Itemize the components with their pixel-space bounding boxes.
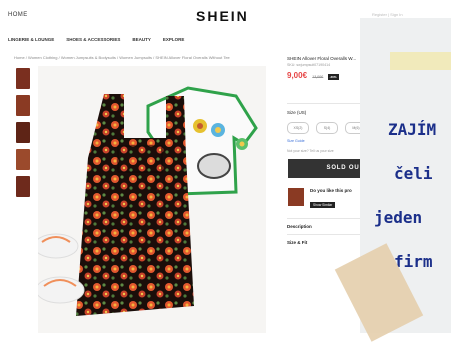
nav-item-shoes[interactable]: SHOES & ACCESSORIES xyxy=(66,37,120,42)
size-label: Size (US) xyxy=(287,110,307,115)
size-option-xs[interactable]: XS(2) xyxy=(287,122,309,134)
thumbnail-list xyxy=(16,68,32,203)
overlay-line-1: ZAJÍM xyxy=(388,120,437,139)
overlay-line-3: jeden xyxy=(374,208,423,227)
overlay-line-2: čeli xyxy=(394,164,433,183)
main-nav: LINGERIE & LOUNGE SHOES & ACCESSORIES BE… xyxy=(8,37,184,42)
discount-badge: -30% xyxy=(327,74,339,80)
thumbnail-3[interactable] xyxy=(16,122,30,143)
size-options: XS(2) S(4) M(6) xyxy=(287,122,367,134)
old-price: 13,00€ xyxy=(312,75,324,79)
nav-item-beauty[interactable]: BEAUTY xyxy=(132,37,151,42)
shein-logo[interactable]: SHEIN xyxy=(196,8,249,24)
current-price: 9,00€ xyxy=(287,71,308,80)
size-note[interactable]: Not your size? Tell us your size xyxy=(287,149,334,153)
thumbnail-2[interactable] xyxy=(16,95,30,116)
sticky-tape-top xyxy=(390,52,451,70)
similar-thumb[interactable] xyxy=(288,188,304,206)
breadcrumb[interactable]: Home / Women Clothing / Women Jumpsuits … xyxy=(14,55,230,60)
size-option-s[interactable]: S(4) xyxy=(316,122,338,134)
similar-question: Do you like this pro xyxy=(310,188,352,193)
thumbnail-1[interactable] xyxy=(16,68,30,89)
nav-item-explore[interactable]: EXPLORE xyxy=(163,37,185,42)
similar-products-prompt: Do you like this pro Show Similar xyxy=(288,188,352,211)
size-guide-link[interactable]: Size Guide xyxy=(287,139,305,143)
show-similar-button[interactable]: Show Similar xyxy=(310,202,336,208)
nav-item-lingerie[interactable]: LINGERIE & LOUNGE xyxy=(8,37,54,42)
size-fit-heading[interactable]: Size & Fit xyxy=(287,240,307,245)
product-photo[interactable] xyxy=(38,66,266,333)
home-link[interactable]: HOME xyxy=(8,12,28,18)
account-links[interactable]: Register | Sign In xyxy=(372,12,403,17)
overlay-line-4: firm xyxy=(394,252,433,271)
description-heading[interactable]: Description xyxy=(287,224,312,229)
thumbnail-5[interactable] xyxy=(16,176,30,197)
thumbnail-4[interactable] xyxy=(16,149,30,170)
